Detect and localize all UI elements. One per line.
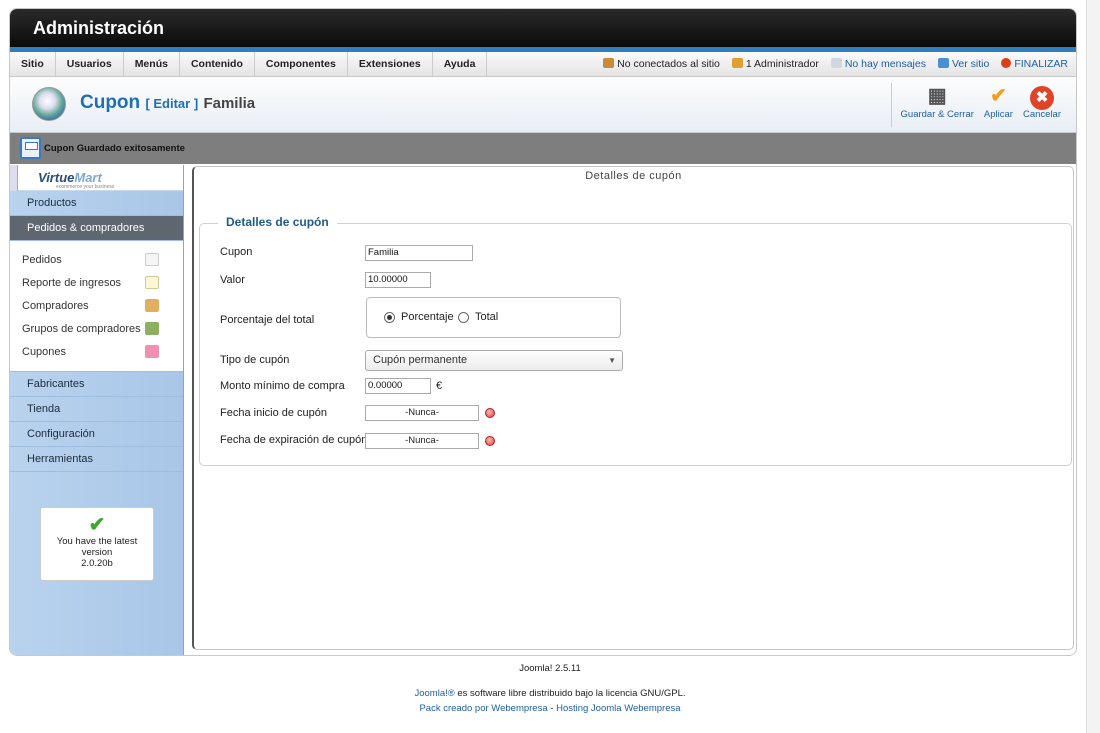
gift-icon	[145, 345, 159, 358]
shoppers-icon	[145, 299, 159, 312]
admins-status: 1 Administrador	[731, 52, 819, 76]
main-menu-bar: Sitio Usuarios Menús Contenido Component…	[10, 52, 1076, 77]
admin-user-icon	[731, 58, 743, 68]
sidebar-item-compradores[interactable]: Compradores	[10, 294, 183, 317]
shopper-groups-icon	[145, 322, 159, 335]
sidebar-item-cupones[interactable]: Cupones	[10, 340, 183, 363]
collapse-sidebar-icon[interactable]	[10, 165, 18, 191]
cupon-input[interactable]: Familia	[365, 245, 473, 261]
virtuemart-logo: VirtueMart ecommerce your business	[10, 165, 183, 191]
view-site-link[interactable]: Ver sitio	[937, 52, 989, 76]
sidebar-item-pedidos[interactable]: Pedidos	[10, 248, 183, 271]
fecha-expiracion-input[interactable]: -Nunca-	[365, 433, 479, 449]
status-area: No conectados al sitio 1 Administrador N…	[603, 52, 1068, 76]
hosting-link[interactable]: Hosting Joomla Webempresa	[556, 703, 680, 714]
clear-date-icon[interactable]	[485, 408, 495, 418]
admin-title: Administración	[33, 18, 165, 38]
toolbar-buttons: ▦ Guardar & Cerrar ✔ Aplicar ✖ Cancelar	[890, 83, 1066, 127]
virtuemart-sidebar: VirtueMart ecommerce your business Produ…	[10, 165, 184, 655]
green-check-icon: ✔	[88, 514, 106, 536]
chevron-down-icon: ▼	[608, 356, 616, 365]
valor-label: Valor	[220, 274, 245, 286]
admin-header: Administración	[10, 9, 1076, 47]
menu-menus[interactable]: Menús	[124, 52, 180, 76]
sidebar-pedidos-compradores[interactable]: Pedidos & compradores	[10, 216, 183, 241]
system-message: Cupon Guardado exitosamente	[10, 133, 1076, 164]
sidebar-submenu: Pedidos Reporte de ingresos Compradores …	[10, 241, 183, 372]
valor-input[interactable]: 10.00000	[365, 272, 431, 288]
monto-input[interactable]: 0.00000	[365, 378, 431, 394]
fecha-expiracion-label: Fecha de expiración de cupón	[220, 434, 368, 446]
monitor-icon	[937, 58, 949, 68]
webempresa-link[interactable]: Webempresa	[491, 703, 547, 714]
cancel-button[interactable]: ✖ Cancelar	[1018, 83, 1066, 127]
sidebar-item-reporte[interactable]: Reporte de ingresos	[10, 271, 183, 294]
monto-label: Monto mínimo de compra	[220, 380, 345, 392]
radio-porcentaje[interactable]: Porcentaje	[384, 311, 454, 323]
menu-extensiones[interactable]: Extensiones	[348, 52, 433, 76]
floppy-disk-icon: ▦	[927, 85, 947, 107]
tipo-label: Tipo de cupón	[220, 354, 290, 366]
admin-frame: Administración Sitio Usuarios Menús Cont…	[9, 8, 1077, 656]
logout-link[interactable]: FINALIZAR	[1001, 52, 1068, 76]
version-status-box: ✔ You have the latest version 2.0.20b	[40, 507, 154, 581]
panel-title: Detalles de cupón	[585, 170, 682, 182]
menu-componentes[interactable]: Componentes	[255, 52, 348, 76]
messages-link[interactable]: No hay mensajes	[830, 52, 926, 76]
menu-sitio[interactable]: Sitio	[10, 52, 56, 76]
footer-credits: Pack creado por Webempresa - Hosting Joo…	[419, 703, 681, 714]
check-icon: ✔	[990, 85, 1007, 107]
offline-users-status: No conectados al sitio	[603, 52, 720, 76]
porcentaje-label: Porcentaje del total	[220, 314, 315, 326]
save-close-button[interactable]: ▦ Guardar & Cerrar	[896, 83, 979, 127]
sidebar-productos[interactable]: Productos	[10, 191, 183, 216]
report-edit-icon	[145, 276, 159, 289]
sidebar-configuracion[interactable]: Configuración	[10, 422, 183, 447]
sidebar-herramientas[interactable]: Herramientas	[10, 447, 183, 472]
radio-total[interactable]: Total	[458, 311, 498, 323]
fecha-inicio-label: Fecha inicio de cupón	[220, 407, 328, 419]
sidebar-fabricantes[interactable]: Fabricantes	[10, 372, 183, 397]
page-toolbar: Cupon [ Editar ] Familia ▦ Guardar & Cer…	[10, 77, 1076, 133]
coupon-fieldset: Detalles de cupón Cupon Familia Valor 10…	[199, 215, 1072, 466]
menu-usuarios[interactable]: Usuarios	[56, 52, 124, 76]
fecha-inicio-input[interactable]: -Nunca-	[365, 405, 479, 421]
porcentaje-radio-group: Porcentaje Total	[366, 297, 621, 338]
tipo-cupon-select[interactable]: Cupón permanente ▼	[365, 350, 623, 371]
menu-ayuda[interactable]: Ayuda	[433, 52, 488, 76]
cupon-label: Cupon	[220, 246, 253, 258]
coupon-logo-icon	[32, 87, 66, 121]
cancel-x-icon: ✖	[1023, 83, 1061, 110]
fieldset-legend: Detalles de cupón	[218, 215, 337, 229]
coupon-details-panel: Detalles de cupón Detalles de cupón Cupo…	[192, 166, 1074, 650]
apply-button[interactable]: ✔ Aplicar	[979, 83, 1018, 127]
logout-icon	[1001, 58, 1012, 68]
sidebar-tienda[interactable]: Tienda	[10, 397, 183, 422]
footer-version: Joomla! 2.5.11	[519, 663, 581, 674]
users-icon	[603, 58, 615, 68]
page-scrollbar[interactable]	[1086, 0, 1100, 733]
currency-symbol: €	[436, 380, 443, 392]
mail-icon	[830, 58, 842, 68]
footer-license: Joomla!® es software libre distribuido b…	[414, 688, 686, 699]
clear-date-icon[interactable]	[485, 436, 495, 446]
menu-contenido[interactable]: Contenido	[180, 52, 255, 76]
documents-icon	[145, 253, 159, 266]
save-message-icon	[20, 137, 41, 159]
sidebar-item-grupos[interactable]: Grupos de compradores	[10, 317, 183, 340]
joomla-link[interactable]: Joomla!®	[414, 688, 454, 699]
page-title: Cupon [ Editar ] Familia	[80, 92, 256, 113]
